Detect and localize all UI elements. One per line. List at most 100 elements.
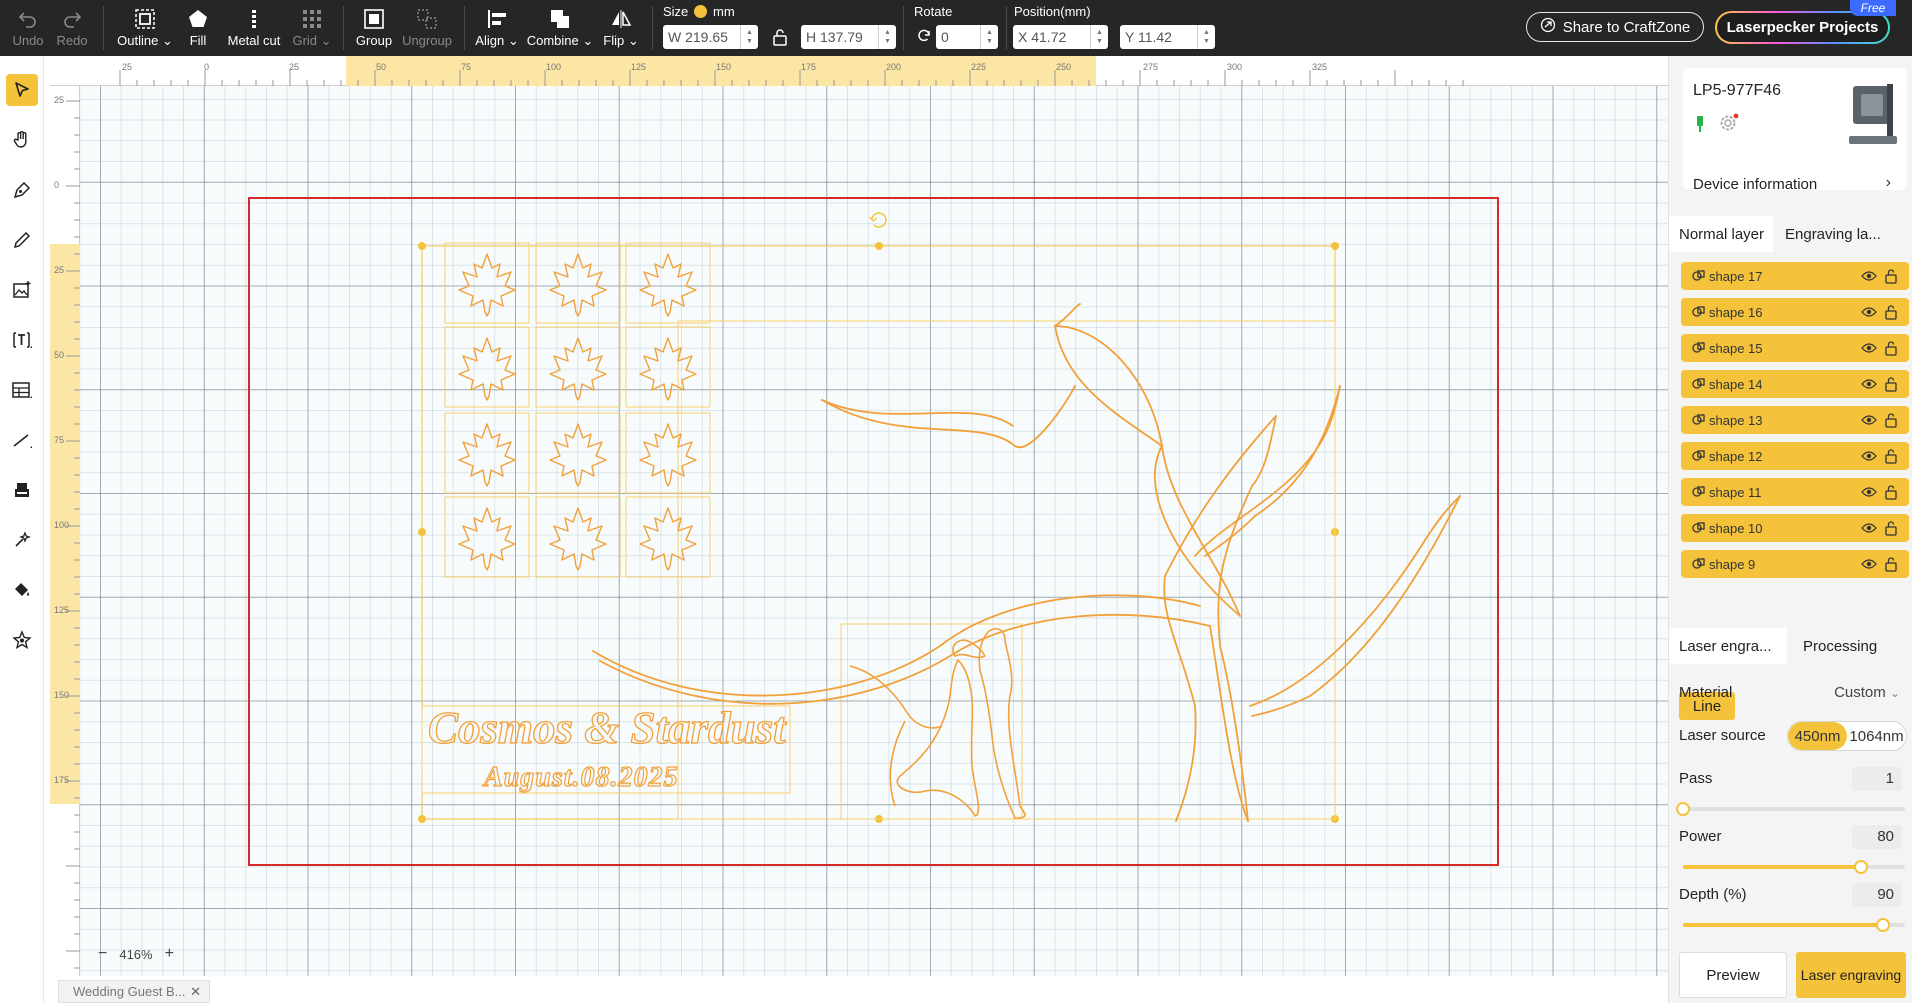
height-stepper-icon[interactable]: ▲ ▼ [878, 25, 896, 49]
pass-slider-knob[interactable] [1676, 802, 1690, 816]
resize-handle[interactable] [418, 528, 426, 536]
device-card[interactable]: LP5-977F46 Device information › [1683, 68, 1907, 193]
tab-processing[interactable]: Processing [1793, 628, 1912, 664]
eye-icon[interactable] [1861, 306, 1877, 321]
laser-engraving-button[interactable]: Laser engraving [1796, 952, 1906, 998]
depth-input[interactable]: 90 [1852, 883, 1902, 907]
lock-icon[interactable] [1884, 448, 1898, 467]
couple-silhouette[interactable] [849, 627, 1026, 819]
power-slider-knob[interactable] [1853, 860, 1868, 874]
chevron-right-icon[interactable]: › [1886, 174, 1891, 192]
layer-row[interactable]: shape 17 [1681, 262, 1909, 290]
layer-row[interactable]: shape 11 [1681, 478, 1909, 506]
device-information-link[interactable]: Device information [1693, 176, 1817, 193]
layer-row[interactable]: shape 14 [1681, 370, 1909, 398]
position-x-input[interactable]: X 41.72 ▲ ▼ [1013, 25, 1108, 49]
fill-button[interactable]: Fill [184, 4, 212, 52]
lock-icon[interactable] [1884, 304, 1898, 323]
width-stepper-icon[interactable]: ▲ ▼ [740, 25, 758, 49]
height-input[interactable]: H 137.79 ▲ ▼ [801, 25, 896, 49]
source-1064nm-option[interactable]: 1064nm [1847, 722, 1906, 750]
position-y-input[interactable]: Y 11.42 ▲ ▼ [1120, 25, 1215, 49]
metal-cut-button[interactable]: Metal cut [224, 4, 284, 52]
position-y-stepper-icon[interactable]: ▲ ▼ [1197, 25, 1215, 49]
tab-engraving-layer[interactable]: Engraving la... [1775, 216, 1912, 252]
eye-icon[interactable] [1861, 414, 1877, 429]
text-tool[interactable] [6, 324, 38, 356]
pen-tool[interactable] [6, 174, 38, 206]
tab-laser-engraving[interactable]: Laser engra... [1669, 628, 1787, 664]
zoom-in-icon[interactable]: + [165, 945, 174, 963]
depth-slider-knob[interactable] [1875, 918, 1890, 932]
ungroup-button[interactable]: Ungroup [402, 4, 452, 52]
close-icon[interactable]: ✕ [190, 984, 201, 1000]
position-x-stepper-icon[interactable]: ▲ ▼ [1090, 25, 1108, 49]
width-input[interactable]: W 219.65 ▲ ▼ [663, 25, 758, 49]
align-button[interactable]: Align ⌄ [475, 4, 519, 52]
lock-icon[interactable] [1884, 268, 1898, 287]
flip-button[interactable]: Flip ⌄ [602, 4, 640, 52]
file-tab[interactable]: Wedding Guest B... ✕ [58, 980, 210, 1003]
rotate-input[interactable]: 0 ▲ ▼ [936, 25, 998, 49]
lock-icon[interactable] [1884, 520, 1898, 539]
maple-leaf-grid[interactable] [444, 242, 711, 578]
lock-icon[interactable] [1884, 340, 1898, 359]
image-tool[interactable] [6, 274, 38, 306]
lock-icon[interactable] [1884, 412, 1898, 431]
undo-button[interactable]: Undo [10, 4, 46, 52]
eye-icon[interactable] [1861, 378, 1877, 393]
eye-icon[interactable] [1861, 342, 1877, 357]
rotate-stepper-icon[interactable]: ▲ ▼ [980, 25, 998, 49]
eye-icon[interactable] [1861, 522, 1877, 537]
zoom-out-icon[interactable]: − [98, 945, 107, 963]
magic-tool[interactable] [6, 524, 38, 556]
redo-button[interactable]: Redo [54, 4, 90, 52]
stamp-tool[interactable] [6, 474, 38, 506]
unit-selector[interactable]: mm [694, 4, 735, 19]
settings-gear-icon[interactable] [1717, 112, 1739, 139]
layer-row[interactable]: shape 9 [1681, 550, 1909, 578]
share-to-craftzone-button[interactable]: Share to CraftZone [1526, 12, 1704, 42]
grid-button[interactable]: Grid ⌄ [292, 4, 332, 52]
lock-icon[interactable] [1884, 376, 1898, 395]
group-button[interactable]: Group [354, 4, 394, 52]
table-tool[interactable] [6, 374, 38, 406]
eye-icon[interactable] [1861, 558, 1877, 573]
select-tool[interactable] [6, 74, 38, 106]
design-canvas[interactable]: Cosmos & Stardust August.08.2025 [80, 86, 1668, 976]
tab-normal-layer[interactable]: Normal layer [1669, 216, 1773, 252]
shape-layer-icon [1692, 557, 1705, 573]
lock-icon[interactable] [1884, 484, 1898, 503]
pass-slider[interactable] [1676, 802, 1905, 816]
resize-handle[interactable] [875, 242, 883, 250]
outline-button[interactable]: Outline ⌄ [116, 4, 174, 52]
layer-row[interactable]: shape 16 [1681, 298, 1909, 326]
layer-row[interactable]: shape 15 [1681, 334, 1909, 362]
pencil-tool[interactable] [6, 224, 38, 256]
names-text[interactable]: Cosmos & Stardust August.08.2025 [427, 702, 787, 793]
depth-slider[interactable] [1683, 918, 1905, 932]
layer-row[interactable]: shape 12 [1681, 442, 1909, 470]
eye-icon[interactable] [1861, 270, 1877, 285]
aspect-lock-icon[interactable] [772, 28, 788, 51]
material-select[interactable]: Custom ⌄ [1834, 684, 1900, 701]
power-input[interactable]: 80 [1852, 825, 1902, 849]
hand-tool[interactable] [6, 124, 38, 156]
fill-tool[interactable] [6, 574, 38, 606]
line-tool[interactable] [6, 424, 38, 456]
rotate-handle-icon[interactable] [869, 212, 887, 228]
resize-handle[interactable] [418, 242, 426, 250]
eye-icon[interactable] [1861, 450, 1877, 465]
shape-library-tool[interactable] [6, 624, 38, 656]
resize-handle[interactable] [1331, 242, 1339, 250]
lock-icon[interactable] [1884, 556, 1898, 575]
power-slider[interactable] [1683, 860, 1905, 874]
preview-button[interactable]: Preview [1679, 952, 1787, 998]
resize-handle[interactable] [418, 815, 426, 823]
pass-input[interactable]: 1 [1852, 767, 1902, 791]
eye-icon[interactable] [1861, 486, 1877, 501]
combine-button[interactable]: Combine ⌄ [527, 4, 593, 52]
layer-row[interactable]: shape 13 [1681, 406, 1909, 434]
layer-row[interactable]: shape 10 [1681, 514, 1909, 542]
source-450nm-option[interactable]: 450nm [1788, 722, 1847, 750]
